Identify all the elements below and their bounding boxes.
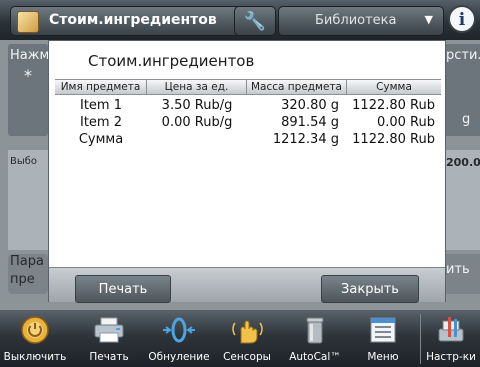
cell-item-name: Item 1 bbox=[80, 98, 122, 113]
background-text: ить bbox=[446, 262, 470, 277]
library-selector[interactable]: Библиотека ▼ bbox=[278, 6, 444, 36]
power-icon bbox=[21, 316, 49, 344]
application-label: Стоим.ингредиентов bbox=[49, 12, 217, 28]
column-header-item-name: Имя предмета bbox=[55, 80, 147, 94]
toolbar-label: Выключить bbox=[3, 351, 67, 363]
background-text: Нажм bbox=[10, 48, 50, 63]
column-header-unit-price: Цена за ед. bbox=[147, 80, 247, 94]
toolbar-label: Печать bbox=[89, 351, 129, 363]
background-text: * bbox=[24, 66, 32, 85]
toolbar-separator bbox=[420, 314, 421, 364]
column-header-item-mass: Масса предмета bbox=[247, 80, 347, 94]
library-label: Библиотека bbox=[315, 13, 397, 28]
background-text: Выбо bbox=[10, 156, 38, 167]
top-bar: Стоим.ингредиентов ▼ 🔧 Библиотека ▼ i bbox=[0, 0, 480, 40]
table-row-summary: Сумма 1212.34 g 1122.80 Rub bbox=[55, 131, 441, 148]
sensors-button[interactable]: Сенсоры bbox=[214, 310, 280, 367]
table-body: Item 1 3.50 Rub/g 320.80 g 1122.80 Rub I… bbox=[55, 97, 441, 148]
toolbar-label: Обнуление bbox=[148, 351, 210, 363]
cell-item-mass: 320.80 g bbox=[281, 98, 339, 113]
chevron-down-icon: ▼ bbox=[424, 13, 433, 26]
background-text: пре bbox=[10, 272, 35, 287]
dialog-footer: Печать Закрыть bbox=[49, 267, 445, 303]
power-off-button[interactable]: Выключить bbox=[0, 310, 70, 367]
table-row: Item 1 3.50 Rub/g 320.80 g 1122.80 Rub bbox=[55, 97, 441, 114]
cell-total: 1122.80 Rub bbox=[352, 98, 435, 113]
ingredient-cost-dialog: Стоим.ингредиентов Имя предмета Цена за … bbox=[48, 40, 446, 303]
background-text: 200.00 bbox=[446, 156, 480, 169]
background-text: g bbox=[462, 112, 471, 127]
printer-icon bbox=[94, 317, 124, 343]
settings-icon bbox=[438, 317, 464, 342]
toolbar-label: Сенсоры bbox=[223, 351, 271, 363]
cell-item-mass: 891.54 g bbox=[281, 115, 339, 130]
cell-item-name: Сумма bbox=[78, 132, 124, 147]
toolbar-label: AutoCal™ bbox=[289, 351, 341, 363]
wrench-icon: 🔧 bbox=[243, 10, 267, 32]
hand-sensor-icon bbox=[232, 320, 263, 344]
autocal-button[interactable]: AutoCal™ bbox=[282, 310, 348, 367]
cell-unit-price bbox=[147, 131, 247, 148]
cell-item-mass: 1212.34 g bbox=[272, 132, 339, 147]
info-icon: i bbox=[458, 10, 466, 30]
print-button[interactable]: Печать bbox=[75, 275, 171, 303]
app-settings-button[interactable]: 🔧 bbox=[234, 6, 276, 36]
cell-total: 0.00 Rub bbox=[376, 115, 435, 130]
dialog-title: Стоим.ингредиентов bbox=[88, 52, 255, 70]
toolbar-label: Настр-ки bbox=[426, 351, 476, 363]
cell-unit-price: 0.00 Rub/g bbox=[161, 115, 233, 130]
background-text: рсти. bbox=[446, 48, 480, 63]
calibration-weight-icon bbox=[306, 317, 324, 344]
settings-button[interactable]: Настр-ки bbox=[422, 310, 480, 367]
info-button[interactable]: i bbox=[448, 5, 476, 33]
table-row: Item 2 0.00 Rub/g 891.54 g 0.00 Rub bbox=[55, 114, 441, 131]
menu-list-icon bbox=[370, 317, 396, 343]
toolbar-label: Меню bbox=[367, 351, 399, 363]
column-header-total: Сумма bbox=[376, 81, 412, 93]
close-button[interactable]: Закрыть bbox=[321, 275, 419, 303]
zero-icon bbox=[163, 317, 195, 343]
application-icon bbox=[17, 11, 39, 33]
menu-button[interactable]: Меню bbox=[350, 310, 416, 367]
cell-total: 1122.80 Rub bbox=[352, 132, 435, 147]
cell-item-name: Item 2 bbox=[80, 115, 122, 130]
cell-unit-price: 3.50 Rub/g bbox=[161, 98, 233, 113]
bottom-toolbar: Выключить Печать Обнуление Сенсоры AutoC… bbox=[0, 310, 480, 367]
background-text: Пара bbox=[10, 254, 44, 269]
table-header: Имя предмета Цена за ед. Масса предмета … bbox=[55, 79, 441, 95]
zero-button[interactable]: Обнуление bbox=[146, 310, 212, 367]
print-toolbar-button[interactable]: Печать bbox=[76, 310, 142, 367]
application-selector[interactable]: Стоим.ингредиентов ▼ bbox=[10, 6, 256, 36]
